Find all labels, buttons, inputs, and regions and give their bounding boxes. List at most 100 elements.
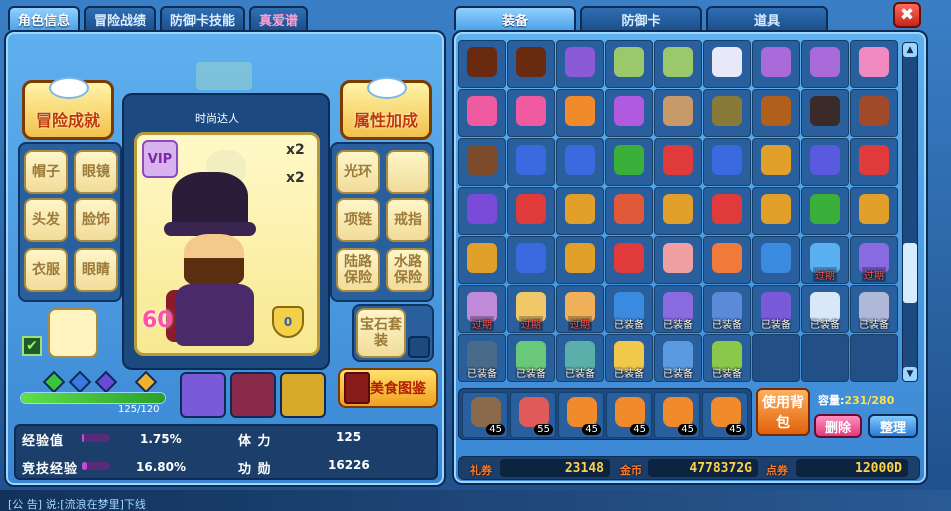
quick-item-slot[interactable]: 45 <box>702 392 748 438</box>
inventory-slot[interactable]: 已装备 <box>850 285 898 333</box>
inventory-slot[interactable] <box>752 334 800 382</box>
attribute-bonus-button[interactable]: 属性加成 <box>340 77 432 140</box>
hat-slot[interactable]: 帽子 <box>24 150 68 194</box>
scroll-thumb[interactable] <box>903 243 917 303</box>
inventory-slot[interactable] <box>556 138 604 186</box>
inventory-slot[interactable]: 过期 <box>507 285 555 333</box>
inventory-slot[interactable] <box>605 187 653 235</box>
winged-emblem-slot-icon[interactable] <box>230 372 276 418</box>
inventory-slot[interactable] <box>507 187 555 235</box>
inventory-slot[interactable] <box>458 187 506 235</box>
tab-true-love[interactable]: 真爱谱 <box>249 6 309 30</box>
extra-gem-slot[interactable] <box>408 336 430 358</box>
inventory-slot[interactable] <box>654 138 702 186</box>
inventory-slot[interactable]: 已装备 <box>654 334 702 382</box>
quick-item-slot[interactable]: 45 <box>462 392 508 438</box>
tab-items[interactable]: 道具 <box>706 6 828 30</box>
inventory-slot[interactable]: 已装备 <box>654 285 702 333</box>
inventory-slot[interactable] <box>458 138 506 186</box>
inventory-slot[interactable] <box>801 40 849 88</box>
hair-slot[interactable]: 头发 <box>24 198 68 242</box>
check-icon[interactable]: ✔ <box>22 336 42 356</box>
inventory-slot[interactable]: 已装备 <box>458 334 506 382</box>
gem-set-slot[interactable]: 宝石套装 <box>356 308 406 358</box>
inventory-slot[interactable] <box>752 138 800 186</box>
tab-defense-card-skills[interactable]: 防御卡技能 <box>160 6 246 30</box>
wings-slot[interactable]: 翅膀 <box>386 150 430 194</box>
golden-axe-slot-icon[interactable] <box>280 372 326 418</box>
inventory-slot[interactable] <box>605 138 653 186</box>
inventory-slot[interactable]: 已装备 <box>801 285 849 333</box>
tab-character-info[interactable]: 角色信息 <box>8 6 81 30</box>
inventory-slot[interactable]: 已装备 <box>507 334 555 382</box>
ring-slot[interactable]: 戒指 <box>386 198 430 242</box>
scroll-down-icon[interactable]: ▼ <box>903 367 917 381</box>
inventory-slot[interactable] <box>556 40 604 88</box>
inventory-slot[interactable] <box>752 187 800 235</box>
land-insurance-slot[interactable]: 陆路保险 <box>336 248 380 292</box>
inventory-slot[interactable] <box>850 334 898 382</box>
inventory-slot[interactable] <box>703 236 751 284</box>
inventory-slot[interactable] <box>605 236 653 284</box>
inventory-slot[interactable] <box>801 334 849 382</box>
inventory-slot[interactable] <box>507 138 555 186</box>
quick-item-slot[interactable]: 45 <box>654 392 700 438</box>
inventory-slot[interactable]: 过期 <box>458 285 506 333</box>
glasses-slot[interactable]: 眼镜 <box>74 150 118 194</box>
inventory-slot[interactable]: 过期 <box>556 285 604 333</box>
inventory-slot[interactable]: 已装备 <box>556 334 604 382</box>
inventory-slot[interactable] <box>605 40 653 88</box>
tab-defense-cards[interactable]: 防御卡 <box>580 6 702 30</box>
water-insurance-slot[interactable]: 水路保险 <box>386 248 430 292</box>
inventory-slot[interactable]: 已装备 <box>703 285 751 333</box>
inventory-slot[interactable] <box>507 89 555 137</box>
inventory-scrollbar[interactable]: ▲ ▼ <box>902 42 918 382</box>
eyes-slot[interactable]: 眼睛 <box>74 248 118 292</box>
inventory-slot[interactable] <box>556 89 604 137</box>
quick-item-slot[interactable]: 55 <box>510 392 556 438</box>
inventory-slot[interactable] <box>507 236 555 284</box>
inventory-slot[interactable] <box>507 40 555 88</box>
inventory-slot[interactable] <box>850 187 898 235</box>
inventory-slot[interactable]: 已装备 <box>605 285 653 333</box>
halo-slot[interactable]: 光环 <box>336 150 380 194</box>
inventory-slot[interactable] <box>458 89 506 137</box>
inventory-slot[interactable] <box>556 236 604 284</box>
inventory-slot[interactable] <box>458 236 506 284</box>
adventure-achievement-button[interactable]: 冒险成就 <box>22 77 114 140</box>
inventory-slot[interactable] <box>801 89 849 137</box>
delete-button[interactable]: 删除 <box>814 414 862 438</box>
inventory-slot[interactable]: 已装备 <box>703 334 751 382</box>
inventory-slot[interactable] <box>801 187 849 235</box>
inventory-slot[interactable] <box>703 40 751 88</box>
inventory-slot[interactable] <box>850 40 898 88</box>
inventory-slot[interactable] <box>850 138 898 186</box>
inventory-slot[interactable] <box>703 138 751 186</box>
inventory-slot[interactable] <box>850 89 898 137</box>
close-button[interactable]: ✖ <box>893 2 921 28</box>
inventory-slot[interactable] <box>703 187 751 235</box>
inventory-slot[interactable] <box>703 89 751 137</box>
inventory-slot[interactable] <box>752 40 800 88</box>
pet-avatar[interactable] <box>48 308 98 358</box>
face-accessory-slot[interactable]: 脸饰 <box>74 198 118 242</box>
quick-item-slot[interactable]: 45 <box>558 392 604 438</box>
clothes-slot[interactable]: 衣服 <box>24 248 68 292</box>
inventory-slot[interactable] <box>556 187 604 235</box>
inventory-slot[interactable] <box>654 187 702 235</box>
inventory-slot[interactable] <box>605 89 653 137</box>
quick-item-slot[interactable]: 45 <box>606 392 652 438</box>
inventory-slot[interactable]: 已装备 <box>752 285 800 333</box>
scroll-up-icon[interactable]: ▲ <box>903 43 917 57</box>
inventory-slot[interactable] <box>654 89 702 137</box>
use-backpack-button[interactable]: 使用背包 <box>756 388 810 436</box>
inventory-slot[interactable]: 过期 <box>801 236 849 284</box>
tab-equipment[interactable]: 装备 <box>454 6 576 30</box>
inventory-slot[interactable]: 过期 <box>850 236 898 284</box>
inventory-slot[interactable] <box>654 40 702 88</box>
sort-button[interactable]: 整理 <box>868 414 918 438</box>
inventory-slot[interactable] <box>654 236 702 284</box>
inventory-slot[interactable] <box>801 138 849 186</box>
inventory-slot[interactable] <box>752 236 800 284</box>
necklace-slot[interactable]: 项链 <box>336 198 380 242</box>
